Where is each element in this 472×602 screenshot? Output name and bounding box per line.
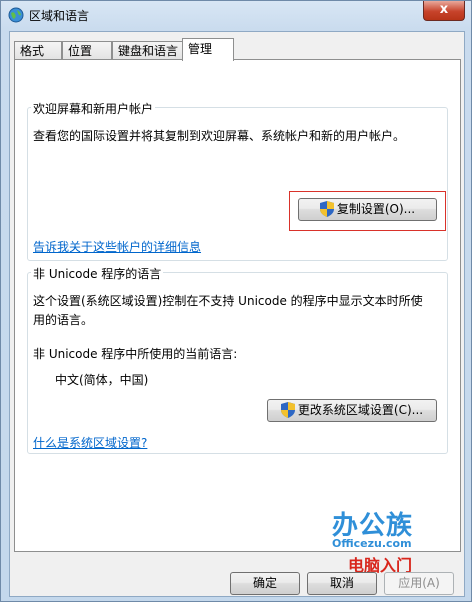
copy-settings-button[interactable]: 复制设置(O)... [298,198,437,221]
current-language-label: 非 Unicode 程序中所使用的当前语言: [33,347,238,361]
uac-shield-icon [280,401,295,418]
uac-shield-icon [319,200,334,217]
ok-button[interactable]: 确定 [230,572,300,595]
change-system-locale-label: 更改系统区域设置(C)... [297,403,424,417]
copy-settings-label: 复制设置(O)... [336,202,416,216]
dialog-client-area: 格式 位置 键盘和语言 管理 欢迎屏幕和新用户帐户 查看您的国际设置并将其复制到… [9,31,465,597]
welcome-details-link[interactable]: 告诉我关于这些帐户的详细信息 [33,238,201,255]
globe-icon [8,7,24,23]
unicode-description-line2: 用的语言。 [33,313,94,327]
welcome-description: 查看您的国际设置并将其复制到欢迎屏幕、系统帐户和新的用户帐户。 [33,129,406,143]
tab-formats[interactable]: 格式 [14,41,62,59]
watermark-domain: Officezu.com [332,537,412,550]
unicode-description-line1: 这个设置(系统区域设置)控制在不支持 Unicode 的程序中显示文本时所使 [33,294,423,308]
system-locale-help-link[interactable]: 什么是系统区域设置? [33,434,147,451]
tab-location[interactable]: 位置 [62,41,112,59]
tab-administrative[interactable]: 管理 [182,38,234,61]
close-button[interactable]: x [423,1,465,21]
administrative-panel: 欢迎屏幕和新用户帐户 查看您的国际设置并将其复制到欢迎屏幕、系统帐户和新的用户帐… [14,59,461,552]
officezu-watermark: 办公族 Officezu.com 电脑入门 [328,505,428,575]
apply-button[interactable]: 应用(A) [384,572,454,595]
window-title: 区域和语言 [29,9,90,23]
title-bar: 区域和语言 x [1,1,471,29]
change-system-locale-button[interactable]: 更改系统区域设置(C)... [267,399,437,422]
cancel-button[interactable]: 取消 [307,572,377,595]
unicode-group-title: 非 Unicode 程序的语言 [31,265,164,282]
tab-keyboards-languages[interactable]: 键盘和语言 [112,41,184,59]
current-language-value: 中文(简体，中国) [55,373,149,387]
region-language-dialog: 区域和语言 x 格式 位置 键盘和语言 管理 欢迎屏幕和新用户帐户 查看您的国际… [0,0,472,602]
welcome-group-title: 欢迎屏幕和新用户帐户 [31,100,156,117]
